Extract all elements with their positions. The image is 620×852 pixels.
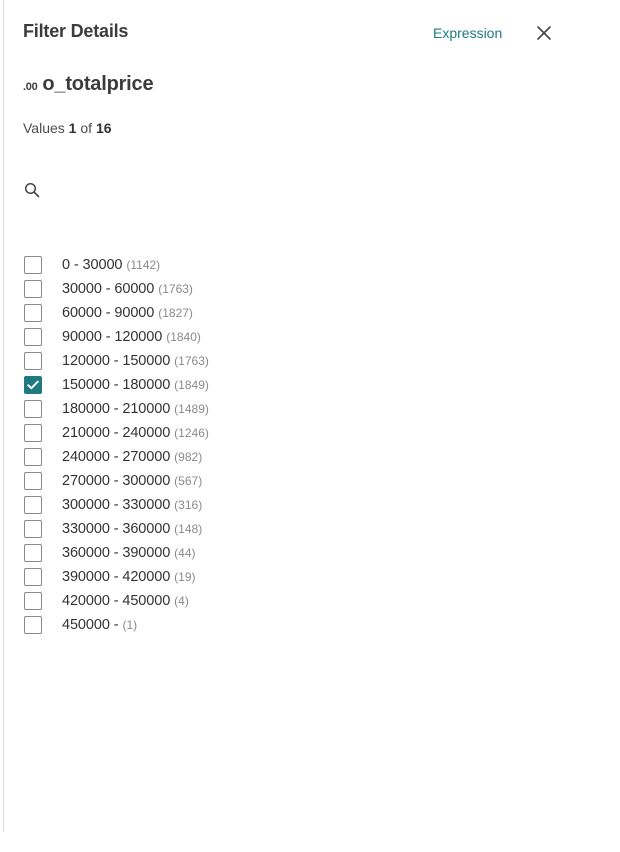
filter-value-label: 210000 - 240000 — [62, 425, 171, 441]
filter-value-count: (1849) — [174, 378, 209, 392]
filter-value-checkbox[interactable] — [24, 520, 42, 538]
search-bar — [23, 178, 563, 202]
filter-value-checkbox[interactable] — [24, 328, 42, 346]
filter-value-count: (1763) — [174, 354, 209, 368]
filter-value-count: (44) — [174, 546, 196, 560]
filter-value-label: 90000 - 120000 — [62, 329, 163, 345]
filter-value-label: 330000 - 360000 — [62, 521, 171, 537]
search-input[interactable] — [49, 179, 529, 201]
filter-value-count: (1) — [122, 618, 138, 632]
panel-divider — [3, 0, 4, 832]
filter-value-checkbox[interactable] — [24, 256, 42, 274]
field-heading: .00 o_totalprice — [23, 73, 154, 99]
filter-value-label: 0 - 30000 — [62, 257, 123, 273]
filter-value-checkbox[interactable] — [24, 376, 42, 394]
filter-value-count: (316) — [174, 498, 203, 512]
value-list: 0 - 30000 (1142) 30000 - 60000 (1763) 60000 … — [24, 247, 564, 643]
filter-value-count: (4) — [174, 594, 189, 608]
filter-value-count: (1840) — [166, 330, 201, 344]
filter-value-label: 180000 - 210000 — [62, 401, 171, 417]
values-total: 16 — [95, 120, 112, 136]
close-icon — [537, 26, 551, 40]
filter-value-count: (19) — [174, 570, 196, 584]
filter-value-item[interactable]: 450000 - (1) — [24, 607, 564, 643]
values-separator: of — [80, 120, 93, 136]
filter-value-checkbox[interactable] — [24, 496, 42, 514]
filter-value-count: (982) — [174, 450, 203, 464]
checkmark-icon — [27, 380, 39, 390]
filter-value-checkbox[interactable] — [24, 568, 42, 586]
filter-value-checkbox[interactable] — [24, 304, 42, 322]
filter-value-label: 420000 - 450000 — [62, 593, 171, 609]
filter-value-checkbox[interactable] — [24, 280, 42, 298]
filter-value-label: 300000 - 330000 — [62, 497, 171, 513]
filter-value-checkbox[interactable] — [24, 352, 42, 370]
filter-value-count: (148) — [174, 522, 203, 536]
filter-value-count: (567) — [174, 474, 203, 488]
filter-value-count: (1827) — [158, 306, 193, 320]
filter-value-label: 360000 - 390000 — [62, 545, 171, 561]
filter-value-label: 150000 - 180000 — [62, 377, 171, 393]
panel-title: Filter Details — [23, 21, 129, 41]
filter-value-checkbox[interactable] — [24, 448, 42, 466]
field-name: o_totalprice — [42, 73, 154, 95]
filter-value-label: 270000 - 300000 — [62, 473, 171, 489]
filter-value-count: (1142) — [126, 258, 161, 272]
search-icon — [23, 181, 41, 199]
values-count: Values 1 of 16 — [23, 120, 112, 136]
decimal-type-icon: .00 — [23, 81, 38, 93]
filter-value-label: 120000 - 150000 — [62, 353, 171, 369]
panel-header: Filter Details Expression — [23, 20, 563, 46]
filter-value-checkbox[interactable] — [24, 400, 42, 418]
filter-value-checkbox[interactable] — [24, 544, 42, 562]
filter-value-label: 390000 - 420000 — [62, 569, 171, 585]
filter-value-label: 450000 - — [62, 617, 119, 633]
filter-value-checkbox[interactable] — [24, 472, 42, 490]
close-button[interactable] — [531, 20, 557, 46]
filter-value-checkbox[interactable] — [24, 616, 42, 634]
filter-value-checkbox[interactable] — [24, 424, 42, 442]
expression-link[interactable]: Expression — [433, 25, 502, 41]
filter-value-count: (1489) — [174, 402, 209, 416]
values-prefix: Values — [23, 120, 65, 136]
filter-value-count: (1763) — [158, 282, 193, 296]
values-current: 1 — [68, 120, 77, 136]
filter-value-checkbox[interactable] — [24, 592, 42, 610]
filter-details-panel: Filter Details Expression .00 o_totalpri… — [0, 0, 620, 852]
filter-value-label: 30000 - 60000 — [62, 281, 155, 297]
filter-value-count: (1246) — [174, 426, 209, 440]
filter-value-label: 240000 - 270000 — [62, 449, 171, 465]
filter-value-label: 60000 - 90000 — [62, 305, 155, 321]
